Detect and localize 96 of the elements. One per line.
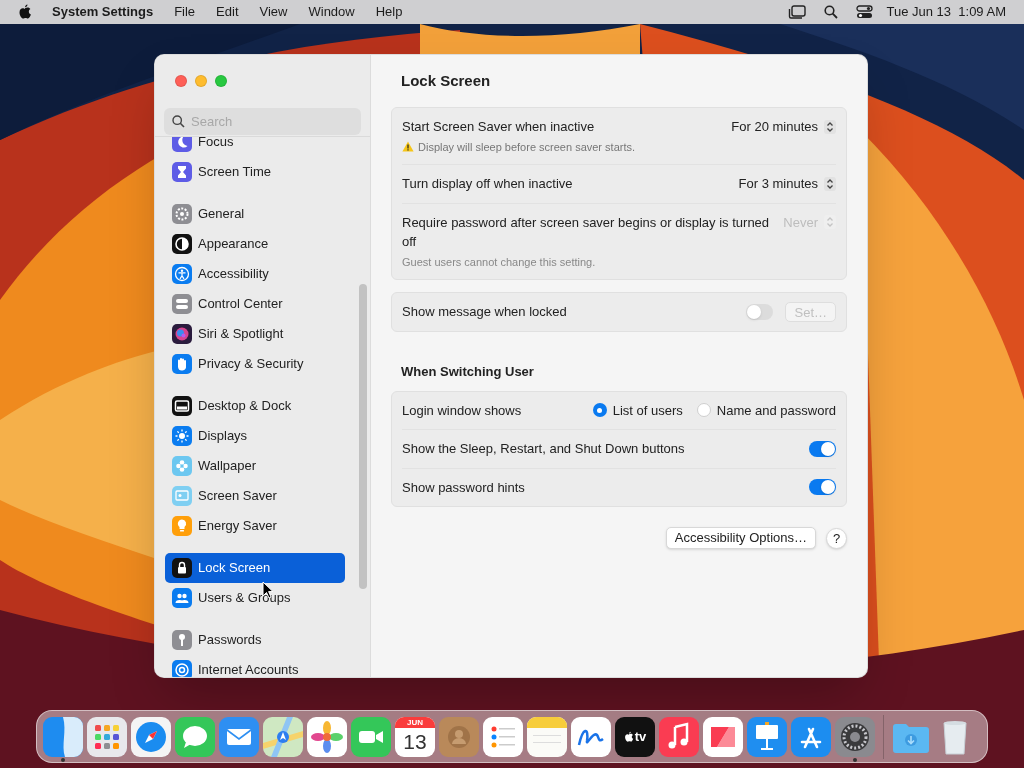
music-note-icon[interactable] xyxy=(659,716,699,757)
radio-option[interactable]: List of users xyxy=(592,400,683,420)
radio-button[interactable] xyxy=(696,403,711,418)
people-icon xyxy=(172,588,192,608)
sidebar-item[interactable]: Focus xyxy=(165,137,345,157)
menu-item[interactable]: File xyxy=(174,2,196,22)
app-name-menu[interactable]: System Settings xyxy=(52,2,154,22)
tv-app-icon[interactable]: tv xyxy=(615,716,655,757)
setting-label: Show message when locked xyxy=(402,303,568,322)
apple-logo-icon[interactable] xyxy=(18,4,32,20)
day-label: 13 xyxy=(403,728,427,755)
control-center-icon[interactable] xyxy=(855,5,873,19)
scrollbar[interactable] xyxy=(359,284,367,589)
sidebar-item[interactable]: Desktop & Dock xyxy=(165,391,345,421)
setting-label: Require password after screen saver begins or display is turned off xyxy=(402,213,771,251)
toggle-switch[interactable] xyxy=(809,440,836,457)
radio-label: Name and password xyxy=(716,401,836,420)
sidebar-item[interactable]: Control Center xyxy=(165,289,345,319)
tv-label: tv xyxy=(634,727,647,746)
close-button[interactable] xyxy=(175,75,187,87)
popup-button[interactable]: For 20 minutes xyxy=(731,117,836,137)
sidebar-item[interactable]: General xyxy=(165,199,345,229)
calendar-icon[interactable]: JUN 13 xyxy=(395,716,435,757)
sidebar-item[interactable]: Privacy & Security xyxy=(165,349,345,379)
lectern-icon[interactable] xyxy=(747,716,787,757)
menu-item[interactable]: View xyxy=(259,2,288,22)
sidebar-item[interactable]: Screen Time xyxy=(165,157,345,187)
setting-label: Start Screen Saver when inactive xyxy=(402,118,596,136)
lightbulb-icon xyxy=(172,516,192,536)
apple-logo-icon xyxy=(623,730,634,743)
month-label: JUN xyxy=(395,716,435,728)
accessibility-options-button[interactable]: Accessibility Options… xyxy=(665,527,816,549)
finder-icon[interactable] xyxy=(43,716,83,757)
sidebar-item[interactable]: Internet Accounts xyxy=(165,655,345,677)
moon-icon xyxy=(172,137,192,152)
toggle-switch[interactable] xyxy=(746,304,774,320)
sidebar-item[interactable]: Energy Saver xyxy=(165,511,345,541)
windows-icon[interactable] xyxy=(787,5,806,19)
scribble-icon[interactable] xyxy=(571,716,611,757)
radio-option[interactable]: Name and password xyxy=(696,400,836,420)
sidebar-item[interactable]: Screen Saver xyxy=(165,481,345,511)
menu-item[interactable]: Help xyxy=(375,2,403,22)
sidebar-item[interactable]: Displays xyxy=(165,421,345,451)
sun-icon xyxy=(172,426,192,446)
envelope-icon[interactable] xyxy=(219,716,259,757)
monitor-icon xyxy=(172,396,192,416)
flower-icon[interactable] xyxy=(307,716,347,757)
sidebar-item[interactable]: Wallpaper xyxy=(165,451,345,481)
flower-icon xyxy=(172,456,192,476)
hourglass-icon xyxy=(172,162,192,182)
compass-icon[interactable] xyxy=(131,716,171,757)
hand-icon xyxy=(172,354,192,374)
sidebar-item[interactable]: Appearance xyxy=(165,229,345,259)
sidebar-item[interactable]: Passwords xyxy=(165,625,345,655)
app-store-icon[interactable] xyxy=(791,716,831,757)
orb-icon xyxy=(172,324,192,344)
sidebar-item[interactable]: Siri & Spotlight xyxy=(165,319,345,349)
warning-text: Display will sleep before screen saver starts. xyxy=(418,139,636,155)
chevrons-icon xyxy=(824,176,836,191)
screen-icon xyxy=(172,486,192,506)
chevrons-icon xyxy=(824,119,836,134)
help-button[interactable]: ? xyxy=(826,527,847,549)
section-header: When Switching User xyxy=(400,363,535,381)
video-camera-icon[interactable] xyxy=(351,716,391,757)
setting-label: Login window shows xyxy=(402,401,523,420)
setting-label: Turn display off when inactive xyxy=(402,175,574,193)
menu-bar-clock[interactable]: Tue Jun 13 1:09 AM xyxy=(886,2,1006,22)
speech-bubble-icon[interactable] xyxy=(175,716,215,757)
toggle-switch[interactable] xyxy=(809,479,836,496)
setting-label: Show password hints xyxy=(402,478,526,497)
window-title: Lock Screen xyxy=(400,70,492,91)
grid-icon[interactable] xyxy=(87,716,127,757)
warning-icon xyxy=(402,141,414,153)
radio-button[interactable] xyxy=(592,403,607,418)
search-icon xyxy=(172,115,185,128)
sidebar-item[interactable]: Lock Screen xyxy=(165,553,345,583)
gear-icon[interactable] xyxy=(835,716,875,757)
half-circle-icon xyxy=(172,234,192,254)
search-icon[interactable] xyxy=(823,5,838,19)
zoom-button[interactable] xyxy=(215,75,227,87)
padlock-icon xyxy=(172,558,192,578)
menu-item[interactable]: Window xyxy=(308,2,355,22)
notepad-icon[interactable] xyxy=(527,716,567,757)
radio-label: List of users xyxy=(612,401,683,420)
sidebar-item[interactable]: Users & Groups xyxy=(165,583,345,613)
map-icon[interactable] xyxy=(263,716,303,757)
checklist-icon[interactable] xyxy=(483,716,523,757)
menu-item[interactable]: Edit xyxy=(216,2,239,22)
setting-label: Show the Sleep, Restart, and Shut Down buttons xyxy=(402,440,686,458)
setting-note: Guest users cannot change this setting. xyxy=(402,254,597,270)
gear-icon xyxy=(172,204,192,224)
key-icon xyxy=(172,630,192,650)
accessibility-icon xyxy=(172,264,192,284)
toggles-icon xyxy=(172,294,192,314)
sidebar-item[interactable]: Accessibility xyxy=(165,259,345,289)
popup-button[interactable]: For 3 minutes xyxy=(738,174,836,194)
